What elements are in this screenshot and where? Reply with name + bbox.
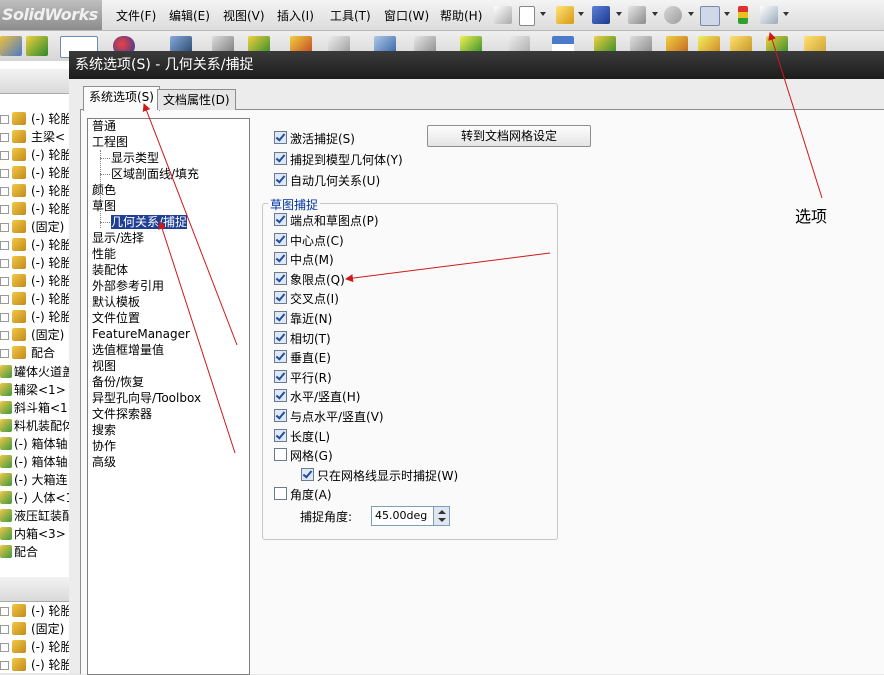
annotation-arrows	[142, 32, 823, 454]
arrow-to-options-icon	[768, 32, 823, 199]
arrow-to-relations-snaps	[158, 221, 236, 454]
arrow-to-quadrant-option	[345, 252, 551, 283]
arrow-to-system-options-tab	[142, 103, 238, 346]
